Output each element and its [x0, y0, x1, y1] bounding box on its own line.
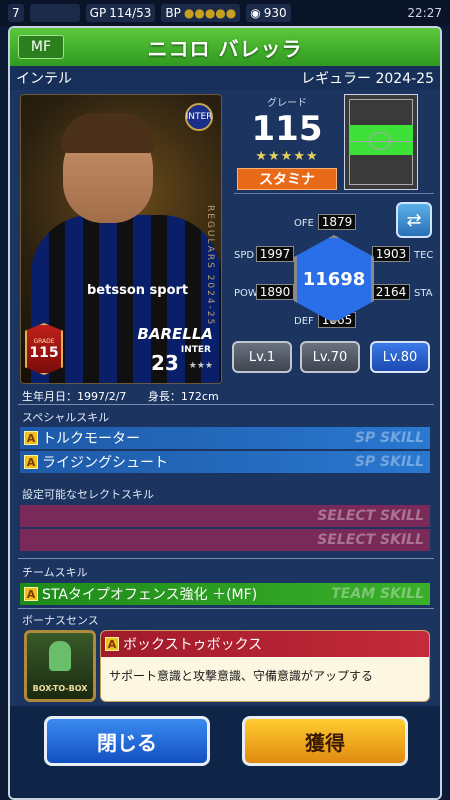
team-name: インテル — [16, 71, 72, 87]
player-detail-panel: MF ニコロ バレッラ インテル レギュラー 2024-25 INTER REG… — [8, 26, 442, 800]
rank-a-icon: A — [24, 587, 38, 601]
gp-label: GP — [89, 6, 107, 20]
total-stat-hexagon: 11698 — [294, 235, 374, 323]
grade-block: グレード 115 ★★★★★ スタミナ — [234, 94, 340, 190]
card-grade-label: GRADE — [33, 337, 55, 345]
clock: 22:27 — [407, 6, 442, 20]
bonus-sense-image[interactable]: BOX-TO-BOX — [24, 630, 96, 702]
level-70-button[interactable]: Lv.70 — [300, 341, 360, 373]
coin-indicator: ◉ 930 — [246, 4, 291, 22]
bp-label: BP — [165, 6, 181, 20]
gp-indicator: GP 114/53 — [85, 4, 156, 22]
tec-label: TEC — [414, 250, 434, 261]
pow-label: POW — [234, 288, 258, 299]
player-card-image[interactable]: INTER REGULARS 2024-25 betsson sport BAR… — [20, 94, 222, 384]
skill-tag: SP SKILL — [354, 430, 424, 446]
pow-value: 1890 — [256, 284, 294, 300]
def-label: DEF — [294, 316, 314, 327]
club-badge-icon: INTER — [185, 103, 213, 131]
grade-label: グレード — [267, 98, 307, 109]
bp-indicator: BP ●●●●● — [161, 4, 241, 22]
ofe-value: 1879 — [318, 214, 356, 230]
divider — [234, 193, 434, 194]
level-value: 7 — [12, 6, 20, 20]
profile-row: 生年月日：1997/2/7 身長：172cm — [22, 388, 237, 404]
rank-a-icon: A — [24, 455, 38, 469]
position-field-map — [344, 94, 418, 190]
sp-skill-row[interactable]: A トルクモーター SP SKILL — [20, 427, 430, 449]
birth-date: 生年月日：1997/2/7 — [22, 390, 127, 403]
pitch-center-circle — [369, 132, 391, 150]
sponsor-text: betsson sport — [87, 283, 189, 298]
card-number: 23 — [151, 351, 179, 375]
rank-a-icon: A — [24, 431, 38, 445]
coin-icon: ◉ — [250, 6, 261, 20]
divider — [18, 608, 434, 609]
spd-label: SPD — [234, 250, 255, 261]
bonus-sense-detail: A ボックストゥボックス サポート意識と攻撃意識、守備意識がアップする — [100, 630, 430, 702]
bonus-sense-heading: ボーナスセンス — [22, 614, 99, 627]
bp-dots: ●●●●● — [183, 6, 237, 20]
card-team-label: INTER — [180, 345, 211, 355]
select-skill-slot[interactable]: SELECT SKILL — [20, 505, 430, 527]
special-skills-heading: スペシャルスキル — [22, 411, 110, 424]
player-name: ニコロ バレッラ — [147, 36, 303, 61]
skill-tag: SELECT SKILL — [317, 508, 424, 524]
skill-tag: SP SKILL — [354, 454, 424, 470]
card-player-name: BARELLA — [137, 325, 213, 343]
title-bar: MF ニコロ バレッラ — [10, 28, 440, 66]
skill-name: ライジングシュート — [42, 455, 168, 471]
sta-label: STA — [414, 288, 433, 299]
height: 身長：172cm — [147, 390, 219, 403]
team-skill-row[interactable]: A STAタイプオフェンス強化 ＋(MF) TEAM SKILL — [20, 583, 430, 605]
card-grade-value: 115 — [29, 344, 59, 361]
skill-name: トルクモーター — [42, 431, 140, 447]
rank-a-icon: A — [105, 637, 119, 651]
ofe-label: OFE — [294, 218, 314, 229]
gp-value: 114/53 — [109, 6, 152, 20]
status-bar: 7 GP 114/53 BP ●●●●● ◉ 930 22:27 — [0, 0, 450, 26]
subtitle-row: インテル レギュラー 2024-25 — [10, 66, 440, 90]
sp-skill-row[interactable]: A ライジングシュート SP SKILL — [20, 451, 430, 473]
bonus-title: ボックストゥボックス — [123, 637, 263, 653]
card-stars: ★★★ — [188, 361, 213, 371]
coin-value: 930 — [263, 6, 287, 20]
bonus-image-text: BOX-TO-BOX — [32, 684, 88, 693]
bonus-description: サポート意識と攻撃意識、守備意識がアップする — [109, 669, 374, 683]
position-badge: MF — [18, 35, 64, 59]
skill-tag: TEAM SKILL — [331, 586, 424, 602]
grade-value: 115 — [251, 109, 323, 149]
type-badge: スタミナ — [237, 168, 337, 190]
divider — [18, 404, 434, 405]
spd-value: 1997 — [256, 246, 294, 262]
formation-icon[interactable]: ⇄ — [396, 202, 432, 238]
select-skills-heading: 設定可能なセレクトスキル — [22, 488, 154, 501]
close-button[interactable]: 閉じる — [44, 716, 210, 766]
select-skill-slot[interactable]: SELECT SKILL — [20, 529, 430, 551]
skill-tag: SELECT SKILL — [317, 532, 424, 548]
grade-stars: ★★★★★ — [255, 149, 319, 164]
skill-name: STAタイプオフェンス強化 ＋(MF) — [42, 587, 258, 603]
name-slot — [29, 4, 80, 22]
player-hair — [61, 113, 155, 153]
card-vertical-text: REGULARS 2024-25 — [205, 205, 215, 327]
level-1-button[interactable]: Lv.1 — [232, 341, 292, 373]
divider — [18, 558, 434, 559]
level-indicator: 7 — [8, 4, 24, 22]
sta-value: 2164 — [372, 284, 410, 300]
bonus-title-bar: A ボックストゥボックス — [101, 631, 429, 657]
team-skill-heading: チームスキル — [22, 566, 88, 579]
level-80-button[interactable]: Lv.80 — [370, 341, 430, 373]
bonus-figure — [49, 641, 71, 671]
tec-value: 1903 — [372, 246, 410, 262]
card-grade-badge: GRADE 115 — [25, 323, 63, 375]
card-type: レギュラー 2024-25 — [301, 71, 434, 87]
acquire-button[interactable]: 獲得 — [242, 716, 408, 766]
